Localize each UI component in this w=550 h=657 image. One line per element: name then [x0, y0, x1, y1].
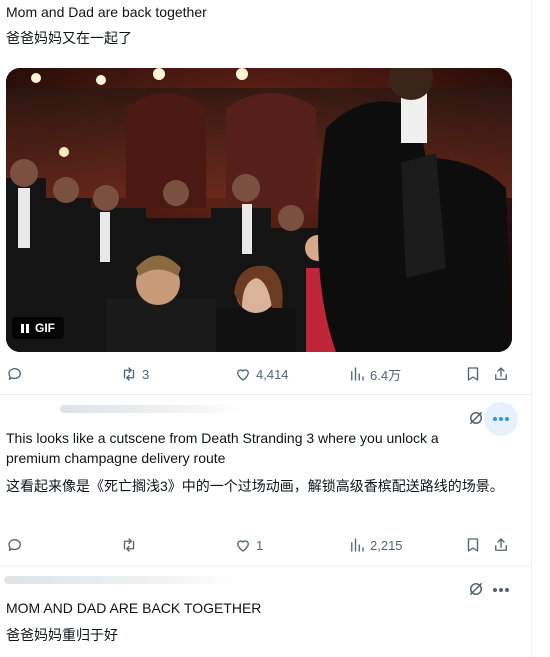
repost-icon [123, 367, 135, 381]
more-icon[interactable] [484, 402, 518, 436]
tweet-text-english: Mom and Dad are back together [6, 4, 207, 20]
gif-badge-label: GIF [35, 321, 55, 335]
views-button[interactable]: 6.4万 [348, 362, 401, 386]
tweet-text-translation: 爸爸妈妈又在一起了 [6, 30, 132, 46]
like-button[interactable]: 4,414 [234, 362, 289, 386]
more-icon[interactable] [484, 573, 518, 607]
gif-frame-illustration [6, 68, 512, 352]
tweet-divider [0, 394, 531, 395]
grok-icon[interactable] [466, 408, 486, 428]
bookmark-button-2[interactable] [464, 533, 482, 557]
reply-button[interactable] [6, 362, 28, 386]
reply-text-translation: 爸爸妈妈重归于好 [6, 627, 118, 643]
views-button-2[interactable]: 2,215 [348, 533, 403, 557]
bookmark-icon [467, 538, 479, 552]
views-icon [351, 367, 364, 381]
repost-icon [123, 538, 135, 552]
tweet-gif-media[interactable] [6, 68, 512, 352]
author-header-obscured [4, 576, 240, 584]
reply-text-translation: 这看起来像是《死亡搁浅3》中的一个过场动画，解锁高级香槟配送路线的场景。 [6, 478, 504, 494]
bookmark-button[interactable] [464, 362, 482, 386]
pause-icon [21, 323, 29, 333]
reply-text-english: This looks like a cutscene from Death St… [6, 430, 443, 466]
views-count: 6.4万 [370, 367, 402, 383]
views-icon [351, 538, 364, 552]
reply-text-english: MOM AND DAD ARE BACK TOGETHER [6, 600, 262, 616]
reply-icon [8, 368, 21, 380]
tweet-divider [0, 566, 531, 567]
repost-button[interactable]: 3 [120, 362, 149, 386]
timeline-right-border [531, 0, 532, 657]
like-count: 4,414 [256, 366, 289, 382]
grok-icon[interactable] [466, 579, 486, 599]
repost-count: 3 [142, 366, 150, 382]
tweet-actions: 3 4,414 6.4万 [0, 362, 531, 386]
reply-button-2[interactable] [6, 533, 28, 557]
share-button[interactable] [492, 362, 510, 386]
like-count: 1 [256, 537, 264, 553]
share-button-2[interactable] [492, 533, 510, 557]
like-button-2[interactable]: 1 [234, 533, 263, 557]
reply-icon [8, 539, 21, 551]
repost-button-2[interactable] [120, 533, 142, 557]
gif-badge[interactable]: GIF [12, 317, 64, 339]
share-icon [495, 538, 507, 551]
like-icon [237, 540, 249, 552]
bookmark-icon [467, 367, 479, 381]
reply-actions: 1 2,215 [0, 533, 531, 557]
views-count: 2,215 [370, 537, 403, 553]
share-icon [495, 367, 507, 380]
author-header-obscured [60, 405, 240, 413]
like-icon [237, 369, 249, 381]
